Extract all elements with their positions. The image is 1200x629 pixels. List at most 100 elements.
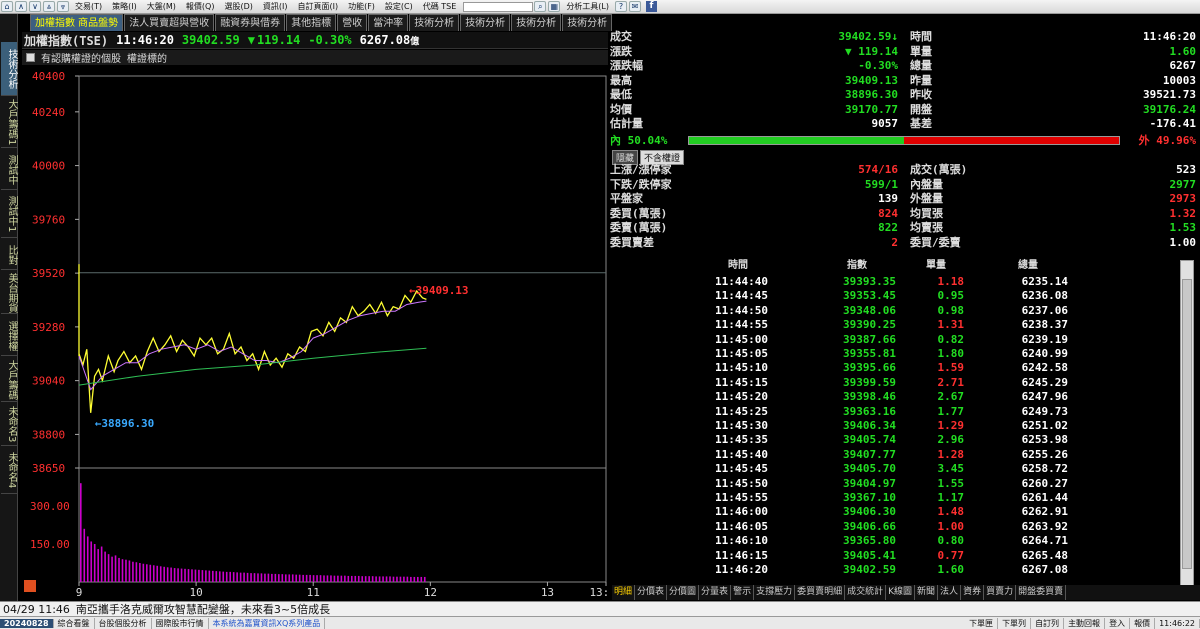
home-icon[interactable]: ⌂ — [1, 1, 13, 12]
tick-cell: 39390.25 — [843, 318, 896, 332]
tick-table-scrollbar[interactable] — [1180, 260, 1194, 590]
tick-cell: 11:46:10 — [715, 534, 768, 548]
volume-bar — [198, 569, 200, 582]
side-tab-bar: 技術分析大戶籌碼1 測試中測試中1 比對美台期貨選擇權大戶籌碼未命名3 未命名4 — [0, 14, 18, 601]
warrant-target-label[interactable]: 權證標的 — [127, 50, 167, 65]
side-tab[interactable]: 未命名4 — [1, 448, 17, 494]
top-tab[interactable]: 法人買賣超與營收 — [124, 14, 215, 31]
search-icon[interactable]: ⌕ — [534, 1, 547, 12]
symbol-search-input[interactable] — [463, 1, 534, 12]
volume-bar — [229, 571, 231, 582]
login-button[interactable]: 登入 — [1105, 617, 1131, 629]
top-tab[interactable]: 加權指數 商品盤勢 — [30, 14, 124, 31]
detail-tab[interactable]: 支撐壓力 — [754, 585, 796, 600]
down-icon[interactable]: ∨ — [29, 1, 41, 12]
volume-bar — [80, 483, 82, 582]
menu-screener[interactable]: 選股(D) — [219, 1, 257, 12]
detail-tab[interactable]: 分價表 — [635, 585, 668, 600]
menu-quote[interactable]: 報價(Q) — [181, 1, 220, 12]
detail-tab[interactable]: 法人 — [938, 585, 962, 600]
scrollbar-thumb[interactable] — [1182, 279, 1192, 569]
side-tab[interactable]: 技術分析 — [1, 42, 17, 96]
detail-tab[interactable]: 開盤委買賣 — [1016, 585, 1067, 600]
order-box-button[interactable]: 下單匣 — [965, 617, 999, 629]
side-tab[interactable]: 未命名3 — [1, 404, 17, 446]
double-up-icon[interactable]: ⩓ — [43, 1, 55, 12]
menu-strategy[interactable]: 策略(I) — [107, 1, 142, 12]
status-tab-global-markets[interactable]: 國際股市行情 — [152, 617, 209, 629]
summary-value: 39176.24 — [1143, 102, 1196, 116]
top-tab[interactable]: 技術分析 — [460, 14, 511, 31]
side-tab[interactable]: 測試中 — [1, 150, 17, 190]
detail-tab[interactable]: 委買賣明細 — [795, 585, 846, 600]
tick-cell: 11:45:10 — [715, 361, 768, 375]
facebook-icon[interactable]: f — [646, 1, 658, 12]
breadth-label: 外盤量 — [910, 192, 943, 205]
menu-custom-page[interactable]: 自訂頁面(I) — [292, 1, 343, 12]
symbol-code-label[interactable]: 代碼 TSE — [418, 1, 462, 12]
menu-info[interactable]: 資訊(I) — [258, 1, 293, 12]
quote-status[interactable]: 報價 — [1130, 617, 1156, 629]
side-tab[interactable]: 美台期貨 — [1, 272, 17, 314]
side-tab[interactable]: 測試中1 — [1, 192, 17, 238]
side-tab[interactable]: 比對 — [1, 240, 17, 270]
help-icon[interactable]: ? — [615, 1, 628, 12]
tick-cell: 6247.96 — [1021, 390, 1068, 404]
tick-table-header: 時間 指數 單量 總量 — [608, 260, 1182, 274]
volume-bar — [191, 569, 193, 582]
volume-bar — [173, 568, 176, 582]
alarm-icon[interactable] — [24, 580, 36, 592]
active-report-button[interactable]: 主動回報 — [1064, 617, 1106, 629]
detail-tab[interactable]: 成交統計 — [845, 585, 887, 600]
top-tab[interactable]: 技術分析 — [511, 14, 562, 31]
detail-tab[interactable]: 警示 — [731, 585, 755, 600]
side-tab[interactable]: 大戶籌碼 — [1, 358, 17, 402]
detail-tab[interactable]: 分價圖 — [667, 585, 700, 600]
tick-cell: 39355.81 — [843, 347, 896, 360]
top-tab[interactable]: 營收 — [337, 14, 368, 31]
ticker-headline[interactable]: 南亞攜手洛克威爾攻智慧配變盤，未來看3~5倍成長 — [76, 601, 330, 617]
email-icon[interactable]: ✉ — [629, 1, 642, 12]
top-tab[interactable]: 技術分析 — [409, 14, 460, 31]
detail-tab[interactable]: 明細 — [612, 585, 636, 600]
side-tab[interactable]: 大戶籌碼1 — [1, 98, 17, 148]
volume-bar — [264, 573, 266, 582]
y-tick-label: 40000 — [32, 160, 65, 173]
summary-label: 估計量 — [610, 117, 643, 130]
order-bar-button[interactable]: 下單列 — [998, 617, 1032, 629]
volume-bar — [215, 571, 218, 582]
top-tab[interactable]: 技術分析 — [562, 14, 613, 31]
status-tab-stock-analysis[interactable]: 台股個股分析 — [95, 617, 152, 629]
warrant-checkbox[interactable] — [26, 53, 35, 62]
y-tick-label: 39520 — [32, 267, 65, 280]
volume-bar — [281, 574, 284, 582]
volume-bar — [396, 576, 398, 582]
detail-tab[interactable]: 分量表 — [699, 585, 732, 600]
detail-tab[interactable]: 資券 — [961, 585, 985, 600]
top-tab[interactable]: 融資券與借券 — [215, 14, 286, 31]
tick-row: 11:46:10 39365.80 0.80 6264.71 — [608, 534, 1182, 549]
up-icon[interactable]: ∧ — [15, 1, 27, 12]
menu-analysis-tools[interactable]: 分析工具(L) — [561, 1, 614, 12]
detail-tab[interactable]: 新聞 — [915, 585, 939, 600]
tick-cell: 1.18 — [937, 275, 965, 288]
detail-tab[interactable]: 買賣力 — [984, 585, 1017, 600]
detail-tab[interactable]: K線圖 — [886, 585, 916, 600]
intraday-chart[interactable]: 40400 40240 40000 39760 39520 39280 39040 38800… — [22, 68, 608, 596]
menu-function[interactable]: 功能(F) — [343, 1, 380, 12]
volume-bar — [243, 572, 245, 582]
top-tab[interactable]: 其他指標 — [286, 14, 337, 31]
summary-value: 1.60 — [1169, 44, 1197, 58]
side-tab[interactable]: 選擇權 — [1, 316, 17, 356]
menu-market[interactable]: 大盤(M) — [142, 1, 181, 12]
chart-icon[interactable]: ▦ — [548, 1, 561, 12]
volume-bar — [330, 575, 332, 582]
custom-bar-button[interactable]: 自訂列 — [1031, 617, 1065, 629]
menu-trade[interactable]: 交易(T) — [70, 1, 107, 12]
summary-value: 38896.30 — [845, 88, 898, 101]
top-tab[interactable]: 當沖率 — [368, 14, 409, 31]
menu-settings[interactable]: 設定(C) — [380, 1, 418, 12]
status-tab-overview[interactable]: 綜合看盤 — [54, 617, 95, 629]
double-down-icon[interactable]: ⩔ — [57, 1, 69, 12]
volume-bar — [257, 573, 259, 582]
